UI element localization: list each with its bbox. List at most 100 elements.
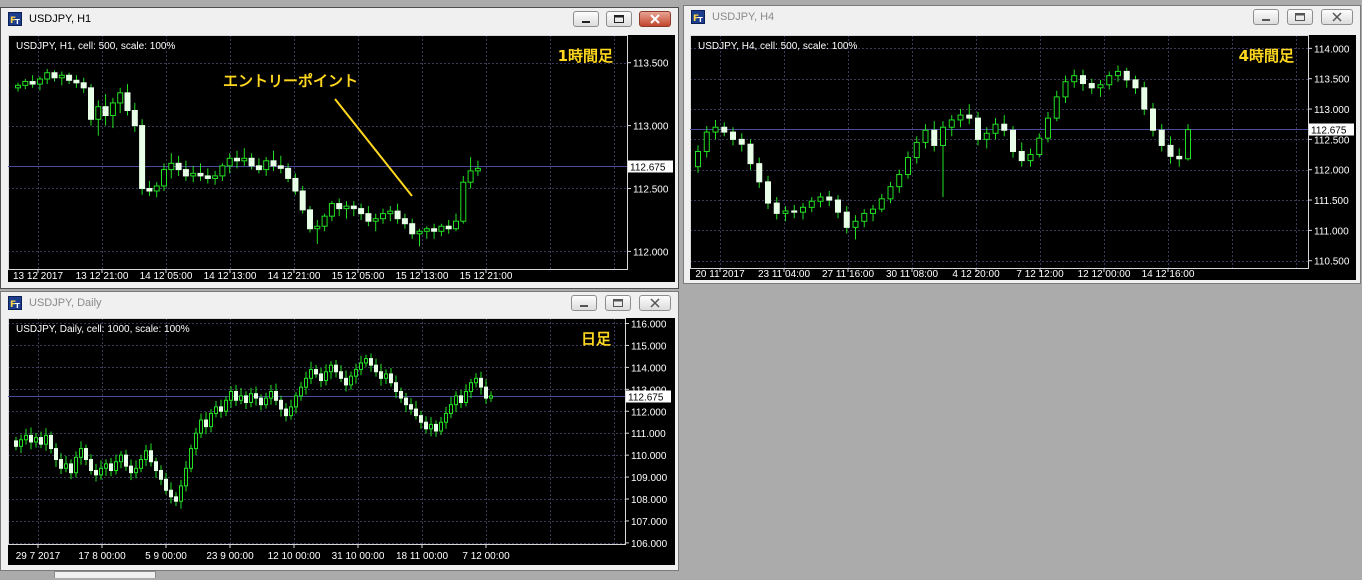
maximize-icon bbox=[614, 15, 624, 23]
candle bbox=[307, 206, 313, 233]
x-tick-label: 4 12 20:00 bbox=[952, 269, 1000, 280]
y-tick-label: 112.000 bbox=[1314, 166, 1350, 177]
candle-body-down bbox=[445, 225, 452, 230]
candle-body-up bbox=[922, 129, 929, 143]
candle-body-down bbox=[248, 157, 255, 167]
current-price-label: 112.675 bbox=[628, 393, 664, 404]
title-bar[interactable]: FT USDJPY, H1 bbox=[1, 8, 678, 30]
close-button[interactable] bbox=[1321, 9, 1353, 25]
y-tick-label: 111.000 bbox=[631, 429, 666, 440]
chart-background bbox=[8, 318, 675, 565]
candle-body-up bbox=[800, 206, 806, 213]
candle-body-down bbox=[404, 397, 408, 406]
candle-body-down bbox=[124, 454, 128, 467]
candlestick-chart[interactable]: 116.000115.000114.000113.000112.000111.0… bbox=[8, 318, 675, 565]
minimize-button[interactable] bbox=[571, 295, 597, 311]
candle-body-down bbox=[51, 72, 58, 79]
candle-body-down bbox=[234, 391, 238, 401]
candle-body-up bbox=[22, 81, 29, 86]
candle-body-up bbox=[782, 210, 789, 214]
maximize-button[interactable] bbox=[605, 295, 631, 311]
candle-body-up bbox=[139, 459, 143, 469]
y-tick-label: 114.000 bbox=[631, 363, 667, 374]
candle-body-up bbox=[878, 198, 885, 210]
timeframe-label: 4時間足 bbox=[1239, 47, 1295, 65]
candle-body-down bbox=[319, 373, 323, 382]
candle-body-up bbox=[808, 200, 815, 208]
x-tick-label: 29 7 2017 bbox=[16, 551, 61, 562]
candle-body-up bbox=[224, 399, 228, 412]
candle-body-up bbox=[199, 419, 203, 434]
candle-body-up bbox=[209, 412, 213, 428]
candle-body-up bbox=[212, 175, 219, 179]
candlestick-chart[interactable]: 113.500 113.000 112.500 112.000 112.675 13 12… bbox=[8, 35, 675, 282]
chart-area[interactable]: 113.500 113.000 112.500 112.000 112.675 13 12… bbox=[8, 35, 675, 282]
candle-body-down bbox=[314, 369, 318, 375]
candle-body-down bbox=[277, 165, 284, 169]
current-price-label: 112.675 bbox=[1311, 126, 1347, 137]
candle-body-down bbox=[84, 448, 88, 461]
minimized-window-stub[interactable] bbox=[54, 571, 156, 578]
x-tick-label: 30 11 08:00 bbox=[886, 269, 939, 280]
y-tick-label: 109.000 bbox=[631, 473, 668, 484]
candle-body-up bbox=[416, 230, 423, 235]
candle-body-up bbox=[294, 395, 298, 408]
svg-text:T: T bbox=[15, 302, 20, 309]
candle-body-up bbox=[467, 170, 474, 183]
close-button[interactable] bbox=[639, 11, 671, 27]
candle-body-down bbox=[159, 469, 163, 480]
window-title: USDJPY, H1 bbox=[29, 13, 92, 25]
candle-body-up bbox=[454, 395, 458, 406]
chart-area[interactable]: 116.000115.000114.000113.000112.000111.0… bbox=[8, 318, 675, 565]
candle-body-down bbox=[49, 434, 53, 450]
candle-body-up bbox=[241, 157, 248, 162]
app-icon: FT bbox=[691, 10, 705, 24]
candle-body-up bbox=[324, 371, 328, 382]
chart-window-usdjpy-h4[interactable]: FT USDJPY, H4 114.000 113.500 113.000 112.5… bbox=[683, 5, 1361, 284]
candle-body-up bbox=[109, 102, 116, 117]
candle-body-up bbox=[184, 467, 188, 487]
candle-body-up bbox=[460, 181, 467, 222]
candle-body-up bbox=[464, 391, 468, 403]
candle-body-down bbox=[124, 92, 131, 111]
maximize-button[interactable] bbox=[1287, 9, 1313, 25]
candle-body-down bbox=[274, 391, 278, 401]
title-bar[interactable]: FT USDJPY, Daily bbox=[1, 292, 678, 314]
y-tick-label: 106.000 bbox=[631, 539, 668, 550]
minimize-button[interactable] bbox=[1253, 9, 1279, 25]
x-tick-label: 14 12 21:00 bbox=[268, 271, 321, 282]
candle-body-down bbox=[89, 459, 93, 471]
candle-body-down bbox=[1010, 129, 1016, 153]
candle-body-up bbox=[703, 131, 710, 153]
candle-body-down bbox=[299, 190, 306, 211]
y-tick-label: 115.000 bbox=[631, 341, 667, 352]
candle-body-up bbox=[1062, 81, 1069, 98]
candle-body-up bbox=[359, 362, 363, 371]
y-tick-label: 114.000 bbox=[1314, 44, 1350, 55]
y-tick-label: 112.000 bbox=[631, 407, 667, 418]
chart-window-usdjpy-daily[interactable]: FT USDJPY, Daily 116.000 115.000 114.000 11… bbox=[0, 291, 679, 571]
candle-body-up bbox=[1115, 70, 1121, 77]
chart-area[interactable]: 114.000 113.500 113.000 112.500 112.000 111.5… bbox=[690, 35, 1356, 280]
candle-body-up bbox=[19, 439, 23, 447]
candle-body-down bbox=[29, 434, 33, 443]
close-button[interactable] bbox=[639, 295, 671, 311]
candlestick-chart[interactable]: 114.000 113.500 113.000 112.500 112.000 111.5… bbox=[690, 35, 1356, 280]
candle-body-up bbox=[887, 186, 894, 200]
candle-body-up bbox=[905, 157, 911, 176]
candle-body-down bbox=[344, 377, 348, 386]
title-bar[interactable]: FT USDJPY, H4 bbox=[684, 6, 1360, 28]
maximize-button[interactable] bbox=[606, 11, 632, 27]
minimize-button[interactable] bbox=[573, 11, 599, 27]
candle-body-down bbox=[204, 175, 211, 179]
minimize-icon bbox=[582, 21, 590, 23]
candle-body-down bbox=[334, 364, 338, 373]
x-tick-label: 17 8 00:00 bbox=[78, 551, 126, 562]
candle-body-down bbox=[409, 223, 416, 235]
candle-body-up bbox=[712, 126, 719, 133]
candle-body-down bbox=[255, 165, 262, 171]
candle-body-down bbox=[1001, 123, 1008, 131]
chart-window-usdjpy-h1[interactable]: FT USDJPY, H1 113.500 113.000 112.500 112.0… bbox=[0, 7, 679, 289]
candle-body-up bbox=[343, 205, 350, 210]
y-tick-label: 110.000 bbox=[631, 451, 667, 462]
